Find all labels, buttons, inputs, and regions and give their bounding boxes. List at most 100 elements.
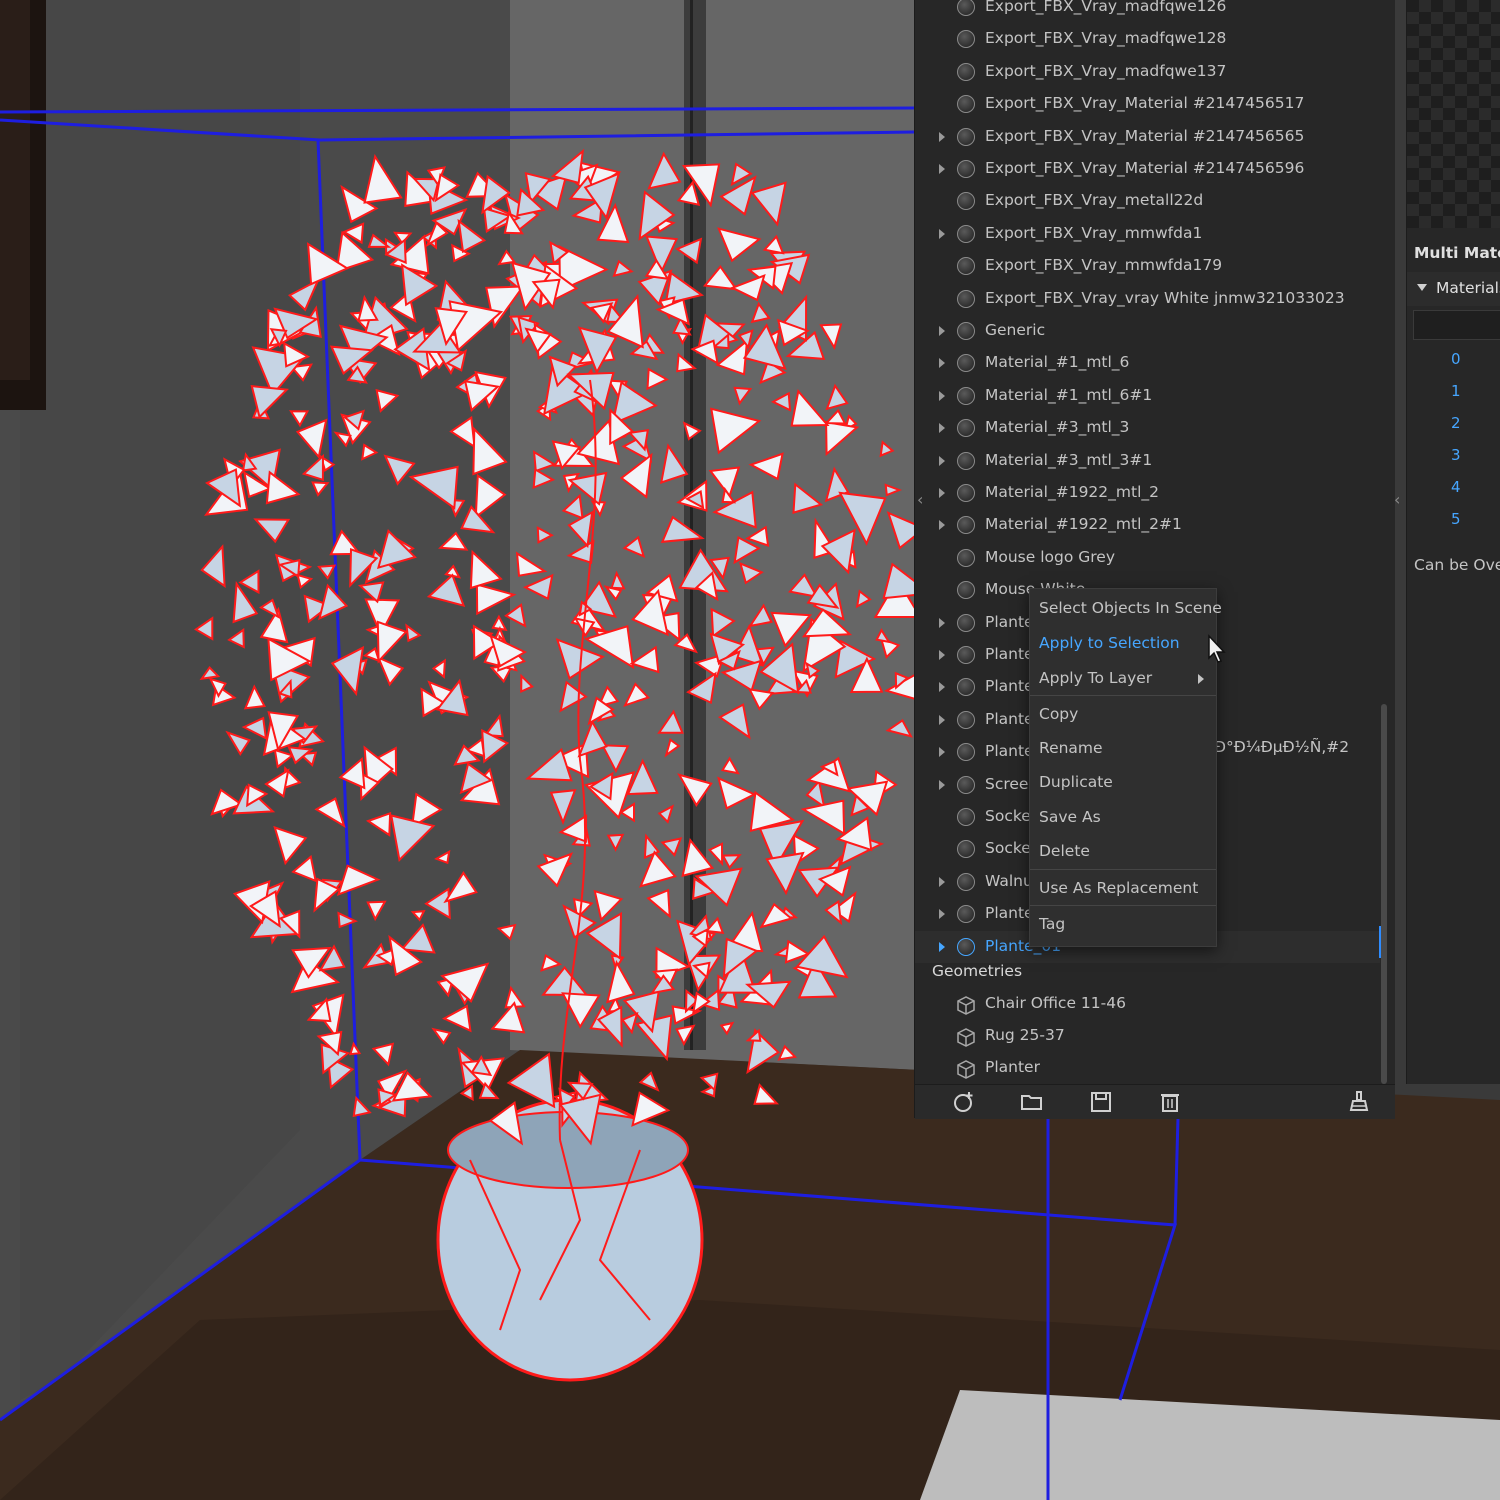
material-swatch-icon xyxy=(957,937,975,956)
context-menu-item-label: Save As xyxy=(1039,808,1101,826)
panel-divider-collapse-icon[interactable]: ‹ xyxy=(1394,490,1400,509)
material-swatch-icon xyxy=(957,95,975,114)
material-row[interactable]: Export_FBX_Vray_madfqwe137 xyxy=(915,56,1380,88)
context-menu-item[interactable]: Apply To Layer xyxy=(1030,663,1216,695)
context-menu-item[interactable]: Tag xyxy=(1030,909,1216,941)
material-index[interactable]: 3 xyxy=(1451,446,1461,464)
geometry-row[interactable]: Rug 25-37 xyxy=(915,1020,1380,1052)
context-menu-item[interactable]: Duplicate xyxy=(1030,767,1216,799)
material-row-label: Material_#1922_mtl_2 xyxy=(985,483,1159,501)
list-scrollbar[interactable] xyxy=(1381,704,1387,1084)
multi-material-panel: Multi Materi Materials 0 1 2 3 4 5 Can be Ove… xyxy=(1406,0,1500,1084)
material-swatch-icon xyxy=(957,516,975,535)
save-icon[interactable] xyxy=(1089,1090,1113,1114)
context-menu-item[interactable]: Rename xyxy=(1030,733,1216,765)
geometry-row[interactable]: Chair Office 11-46 xyxy=(915,988,1380,1020)
expand-arrow-icon[interactable] xyxy=(939,520,945,531)
expand-arrow-icon[interactable] xyxy=(939,164,945,174)
expand-arrow-icon[interactable] xyxy=(939,747,945,758)
material-index[interactable]: 1 xyxy=(1451,382,1461,400)
expand-arrow-icon[interactable] xyxy=(939,423,945,434)
expand-arrow-icon[interactable] xyxy=(939,941,945,952)
material-swatch-icon xyxy=(957,484,975,502)
context-menu-item[interactable]: Use As Replacement xyxy=(1030,873,1216,905)
geometry-label: Chair Office 11-46 xyxy=(985,994,1126,1012)
material-row[interactable]: Export_FBX_Vray_vray White jnmw321033023 xyxy=(915,283,1380,315)
material-index[interactable]: 2 xyxy=(1451,414,1461,432)
context-menu-item[interactable]: Select Objects In Scene xyxy=(1030,593,1222,625)
material-row[interactable]: Mouse logo Grey xyxy=(915,542,1380,574)
expand-arrow-icon[interactable] xyxy=(939,390,945,401)
geometry-icon xyxy=(957,1060,975,1079)
material-row[interactable]: Material_#1922_mtl_2 xyxy=(915,477,1380,509)
expand-arrow-icon[interactable] xyxy=(939,617,945,628)
material-swatch-icon xyxy=(957,62,975,81)
expand-arrow-icon[interactable] xyxy=(939,876,945,887)
context-menu-item-label: Use As Replacement xyxy=(1039,879,1199,897)
material-row[interactable]: Export_FBX_Vray_Material #2147456565 xyxy=(915,121,1380,153)
material-row-label: Mouse logo Grey xyxy=(985,547,1116,566)
material-swatch-icon xyxy=(957,257,975,276)
material-row[interactable]: Export_FBX_Vray_Material #2147456596 xyxy=(915,153,1380,185)
material-row-label: Material_#3_mtl_3#1 xyxy=(985,450,1153,469)
can-be-overridden-label: Can be Over xyxy=(1414,556,1500,574)
material-row[interactable]: Material_#3_mtl_3 xyxy=(915,412,1380,444)
material-row[interactable]: Material_#3_mtl_3#1 xyxy=(915,445,1380,477)
planter-pot-rim xyxy=(447,1111,689,1189)
expand-arrow-icon[interactable] xyxy=(939,650,945,660)
materials-section-header[interactable]: Materials xyxy=(1407,272,1500,306)
expand-arrow-icon[interactable] xyxy=(939,358,945,369)
material-row-label: Export_FBX_Vray_Material #2147456517 xyxy=(985,94,1305,113)
purge-broom-icon[interactable] xyxy=(1347,1090,1371,1114)
collapse-triangle-icon[interactable] xyxy=(1417,284,1427,291)
material-row[interactable]: Material_#1922_mtl_2#1 xyxy=(915,509,1380,541)
expand-arrow-icon[interactable] xyxy=(939,326,945,336)
wall-corner-post-line xyxy=(690,0,693,1050)
context-menu-item[interactable]: Delete xyxy=(1030,836,1216,868)
context-menu-item-label: Apply To Layer xyxy=(1039,669,1153,687)
material-index[interactable]: 0 xyxy=(1451,350,1461,368)
material-toolbar xyxy=(915,1084,1395,1119)
material-row[interactable]: Export_FBX_Vray_madfqwe128 xyxy=(915,23,1380,55)
material-row[interactable]: Export_FBX_Vray_metall22d xyxy=(915,185,1380,217)
material-row[interactable]: Export_FBX_Vray_Material #2147456517 xyxy=(915,88,1380,120)
geometry-row[interactable]: Planter xyxy=(915,1052,1380,1084)
expand-arrow-icon[interactable] xyxy=(939,228,945,239)
material-row[interactable]: Material_#1_mtl_6 xyxy=(915,347,1380,379)
material-row[interactable]: Export_FBX_Vray_mmwfda1 xyxy=(915,218,1380,250)
material-swatch-icon xyxy=(957,192,975,211)
delete-icon[interactable] xyxy=(1158,1090,1182,1114)
context-menu-item[interactable]: Apply to Selection xyxy=(1030,628,1216,660)
context-menu-item[interactable]: Copy xyxy=(1030,699,1216,731)
material-swatch-icon xyxy=(957,451,975,470)
context-menu-item-label: Delete xyxy=(1039,842,1090,860)
materials-section-label: Materials xyxy=(1436,279,1500,297)
materials-field[interactable] xyxy=(1413,310,1500,340)
material-index[interactable]: 5 xyxy=(1451,510,1461,528)
material-index[interactable]: 4 xyxy=(1451,478,1461,496)
material-swatch-icon xyxy=(957,840,975,859)
open-folder-icon[interactable] xyxy=(1020,1090,1044,1114)
material-swatch-icon xyxy=(957,581,975,600)
material-row-label: Material_#1922_mtl_2#1 xyxy=(985,515,1182,534)
context-menu-item[interactable]: Save As xyxy=(1030,802,1216,834)
expand-arrow-icon[interactable] xyxy=(939,488,945,498)
material-row-label: Generic xyxy=(985,321,1046,339)
expand-arrow-icon[interactable] xyxy=(939,714,945,725)
expand-arrow-icon[interactable] xyxy=(939,131,945,142)
material-row[interactable]: Material_#1_mtl_6#1 xyxy=(915,380,1380,412)
material-row[interactable]: Export_FBX_Vray_mmwfda179 xyxy=(915,250,1380,282)
material-swatch-icon xyxy=(957,0,975,16)
expand-arrow-icon[interactable] xyxy=(939,455,945,466)
geometry-icon xyxy=(957,996,975,1015)
expand-arrow-icon[interactable] xyxy=(939,909,945,920)
material-row[interactable]: Export_FBX_Vray_madfqwe126 xyxy=(915,0,1380,23)
material-swatch-icon xyxy=(957,678,975,697)
expand-arrow-icon[interactable] xyxy=(939,682,945,693)
expand-arrow-icon[interactable] xyxy=(939,779,945,790)
context-menu-item-label: Apply to Selection xyxy=(1039,634,1180,652)
material-row-label: Export_FBX_Vray_madfqwe128 xyxy=(985,29,1227,48)
add-material-icon[interactable] xyxy=(951,1090,975,1114)
material-row[interactable]: Generic xyxy=(915,315,1380,347)
material-row-label: Export_FBX_Vray_vray White jnmw321033023 xyxy=(985,288,1345,307)
